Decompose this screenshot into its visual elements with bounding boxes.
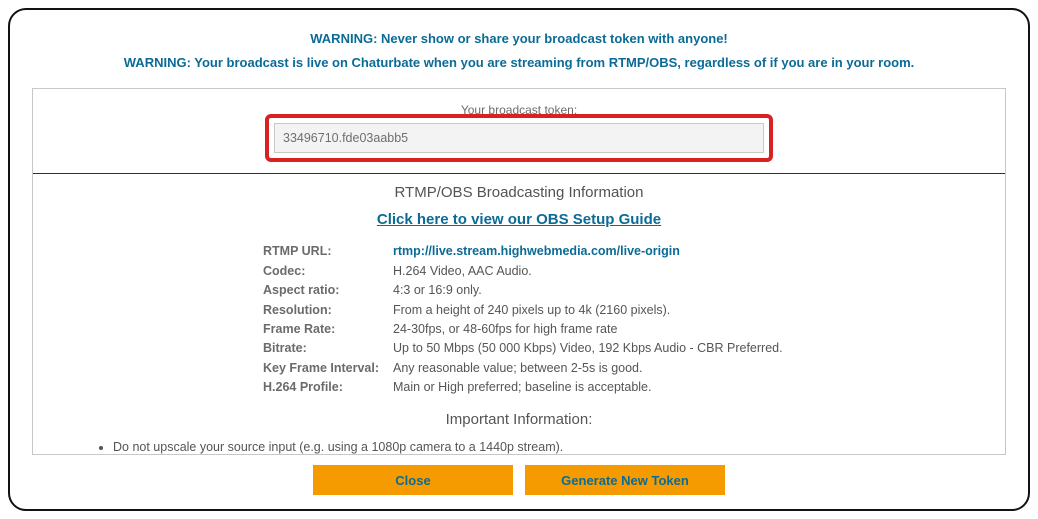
spec-key: H.264 Profile: [263,378,393,397]
spec-key: RTMP URL: [263,242,393,261]
spec-val: H.264 Video, AAC Audio. [393,262,532,281]
broadcast-token-input[interactable] [274,123,764,153]
spec-key: Key Frame Interval: [263,359,393,378]
broadcast-token-dialog: WARNING: Never show or share your broadc… [8,8,1030,511]
spec-val: Main or High preferred; baseline is acce… [393,378,651,397]
spec-val-rtmp-url[interactable]: rtmp://live.stream.highwebmedia.com/live… [393,242,680,261]
spec-val: Any reasonable value; between 2-5s is go… [393,359,642,378]
warnings-block: WARNING: Never show or share your broadc… [32,24,1006,78]
warning-line-2: WARNING: Your broadcast is live on Chatu… [32,54,1006,72]
token-label: Your broadcast token: [33,103,1005,117]
generate-token-button[interactable]: Generate New Token [525,465,725,495]
spec-table: RTMP URL:rtmp://live.stream.highwebmedia… [33,242,1005,397]
spec-row: Bitrate:Up to 50 Mbps (50 000 Kbps) Vide… [263,339,1005,358]
obs-guide-link[interactable]: Click here to view our OBS Setup Guide [33,211,1005,228]
spec-row: H.264 Profile:Main or High preferred; ba… [263,378,1005,397]
close-button[interactable]: Close [313,465,513,495]
button-row: Close Generate New Token [32,455,1006,495]
spec-row: RTMP URL:rtmp://live.stream.highwebmedia… [263,242,1005,261]
note-item: Do not upscale your source input (e.g. u… [113,438,1005,455]
content-scroll-area[interactable]: Your broadcast token: RTMP/OBS Broadcast… [32,88,1006,455]
spec-val: 4:3 or 16:9 only. [393,281,482,300]
notes-list: Do not upscale your source input (e.g. u… [33,438,1005,455]
warning-line-1: WARNING: Never show or share your broadc… [32,30,1006,48]
spec-key: Bitrate: [263,339,393,358]
spec-row: Resolution:From a height of 240 pixels u… [263,301,1005,320]
token-box-wrap [33,123,1005,153]
spec-val: Up to 50 Mbps (50 000 Kbps) Video, 192 K… [393,339,783,358]
spec-key: Resolution: [263,301,393,320]
spec-key: Aspect ratio: [263,281,393,300]
important-title: Important Information: [33,411,1005,428]
spec-row: Aspect ratio:4:3 or 16:9 only. [263,281,1005,300]
spec-val: 24-30fps, or 48-60fps for high frame rat… [393,320,617,339]
spec-row: Frame Rate:24-30fps, or 48-60fps for hig… [263,320,1005,339]
separator [33,173,1005,174]
spec-key: Codec: [263,262,393,281]
spec-val: From a height of 240 pixels up to 4k (21… [393,301,670,320]
spec-row: Key Frame Interval:Any reasonable value;… [263,359,1005,378]
spec-key: Frame Rate: [263,320,393,339]
section-title: RTMP/OBS Broadcasting Information [33,184,1005,201]
spec-row: Codec:H.264 Video, AAC Audio. [263,262,1005,281]
